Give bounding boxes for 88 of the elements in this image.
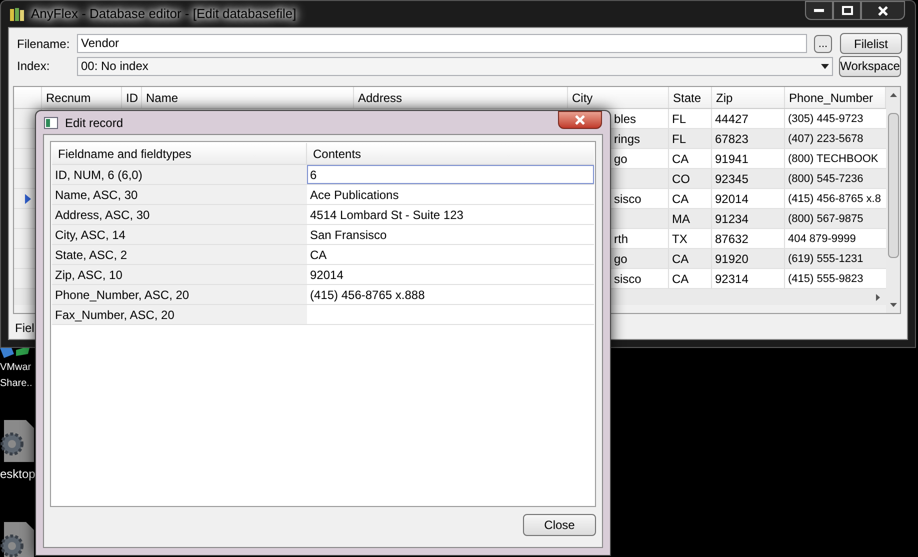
- table-cell: sisco: [614, 192, 642, 206]
- contents-field[interactable]: CA: [307, 245, 594, 264]
- table-cell: rings: [614, 132, 640, 146]
- table-cell-text: (305) 445-9723: [787, 112, 864, 127]
- scroll-down-icon: [890, 303, 896, 307]
- minimize-button[interactable]: [805, 1, 833, 20]
- column-header[interactable]: Recnum: [42, 87, 122, 108]
- table-cell: 87632: [712, 229, 785, 248]
- contents-field[interactable]: 4514 Lombard St - Suite 123: [307, 205, 594, 224]
- table-cell: 91234: [712, 209, 785, 228]
- contents-field[interactable]: 6: [307, 165, 594, 184]
- dropdown-caret-icon: [821, 64, 829, 68]
- status-bar-text: Fiel: [14, 320, 34, 337]
- table-cell-text: (800) 545-7236: [787, 172, 864, 187]
- column-header[interactable]: ID: [122, 87, 142, 108]
- table-cell: 92314: [712, 269, 785, 288]
- contents-field[interactable]: Ace Publications: [307, 185, 594, 204]
- column-header[interactable]: Contents: [307, 143, 594, 164]
- table-cell-text: (800) TECHBOOK: [787, 152, 880, 167]
- table-cell: 92014: [712, 189, 785, 208]
- scroll-up-icon: [890, 93, 896, 97]
- table-cell: City, ASC, 14: [52, 225, 307, 244]
- table-cell-text: 404 879-9999: [787, 232, 857, 247]
- table-cell: CA: [669, 149, 712, 168]
- table-cell: rth: [614, 232, 628, 246]
- table-cell: 67823: [712, 129, 785, 148]
- filename-field[interactable]: Vendor: [77, 34, 807, 53]
- current-row-icon: [24, 194, 30, 204]
- table-cell: State, ASC, 2: [52, 245, 307, 264]
- table-cell: Name, ASC, 30: [52, 185, 307, 204]
- close-button[interactable]: [558, 111, 602, 129]
- scroll-right-icon: [876, 294, 880, 300]
- table-cell: go: [614, 152, 628, 166]
- close-icon: [878, 6, 888, 16]
- table-cell: CA: [669, 269, 712, 288]
- table-cell: MA: [669, 209, 712, 228]
- workspace-button[interactable]: Workspace: [839, 56, 901, 76]
- contents-field[interactable]: (415) 456-8765 x.888: [307, 285, 594, 304]
- table-cell: 91920: [712, 249, 785, 268]
- vertical-scrollbar[interactable]: [886, 87, 900, 313]
- column-header[interactable]: City: [568, 87, 669, 108]
- table-cell: bles: [614, 112, 636, 126]
- column-header[interactable]: Fieldname and fieldtypes: [52, 143, 307, 164]
- table-cell: CA: [669, 189, 712, 208]
- index-dropdown[interactable]: 00: No index: [77, 56, 833, 76]
- index-label: Index:: [16, 58, 51, 75]
- table-cell: ID, NUM, 6 (6,0): [52, 165, 307, 184]
- maximize-button[interactable]: [833, 1, 861, 20]
- table-cell: Fax_Number, ASC, 20: [52, 305, 307, 324]
- desktop-icon-label: VMwar Share..: [0, 361, 32, 391]
- dialog-title: Edit record: [65, 114, 124, 132]
- column-header[interactable]: Zip: [712, 87, 785, 108]
- table-cell: TX: [669, 229, 712, 248]
- table-cell-text: (800) 567-9875: [787, 212, 864, 227]
- table-cell: go: [614, 252, 628, 266]
- table-cell: Phone_Number, ASC, 20: [52, 285, 307, 304]
- table-cell: Address, ASC, 30: [52, 205, 307, 224]
- table-cell: FL: [669, 109, 712, 128]
- books-app-icon: [9, 6, 25, 22]
- window-icon: [44, 116, 58, 128]
- table-cell: 92345: [712, 169, 785, 188]
- close-icon: [575, 115, 585, 125]
- minimize-icon: [814, 8, 824, 12]
- table-cell: CA: [669, 249, 712, 268]
- column-header[interactable]: Address: [354, 87, 568, 108]
- table-cell: CO: [669, 169, 712, 188]
- table-cell: 44427: [712, 109, 785, 128]
- table-cell: sisco: [614, 272, 642, 286]
- filelist-button[interactable]: Filelist: [840, 33, 902, 54]
- table-cell-text: (415) 456-8765 x.8: [787, 192, 882, 207]
- maximize-icon: [842, 6, 852, 15]
- column-header[interactable]: Name: [142, 87, 354, 108]
- close-dialog-button[interactable]: Close: [523, 514, 596, 536]
- table-cell-text: (619) 555-1231: [787, 252, 864, 267]
- table-cell: FL: [669, 129, 712, 148]
- contents-field[interactable]: 92014: [307, 265, 594, 284]
- table-cell: Zip, ASC, 10: [52, 265, 307, 284]
- close-button[interactable]: [861, 1, 905, 20]
- settings-file-icon[interactable]: [0, 418, 34, 462]
- filename-label: Filename:: [16, 36, 71, 52]
- column-header[interactable]: State: [669, 87, 712, 108]
- contents-field[interactable]: San Fransisco: [307, 225, 594, 244]
- settings-file-icon[interactable]: [0, 520, 34, 557]
- table-cell-text: (415) 555-9823: [787, 272, 864, 287]
- browse-button[interactable]: ...: [814, 34, 832, 52]
- table-cell-text: (407) 223-5678: [787, 132, 864, 147]
- desktop-icon-label: esktop: [0, 466, 36, 482]
- table-cell: 91941: [712, 149, 785, 168]
